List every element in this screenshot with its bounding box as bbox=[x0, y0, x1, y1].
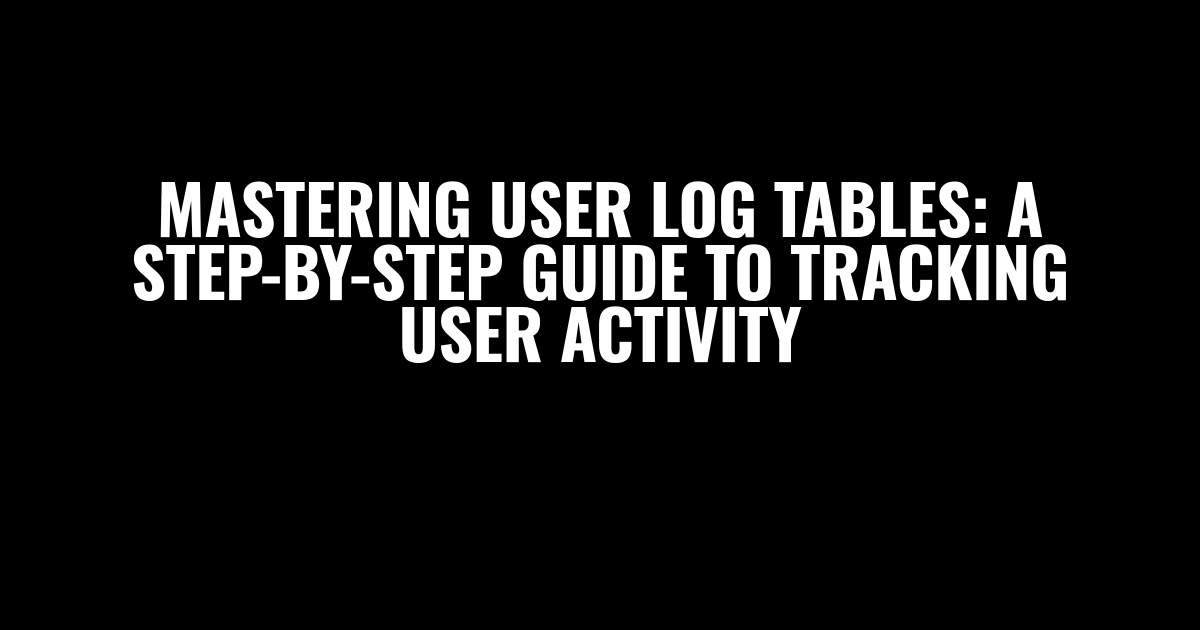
page-title: Mastering User Log Tables: A Step-by-Ste… bbox=[50, 176, 1150, 364]
